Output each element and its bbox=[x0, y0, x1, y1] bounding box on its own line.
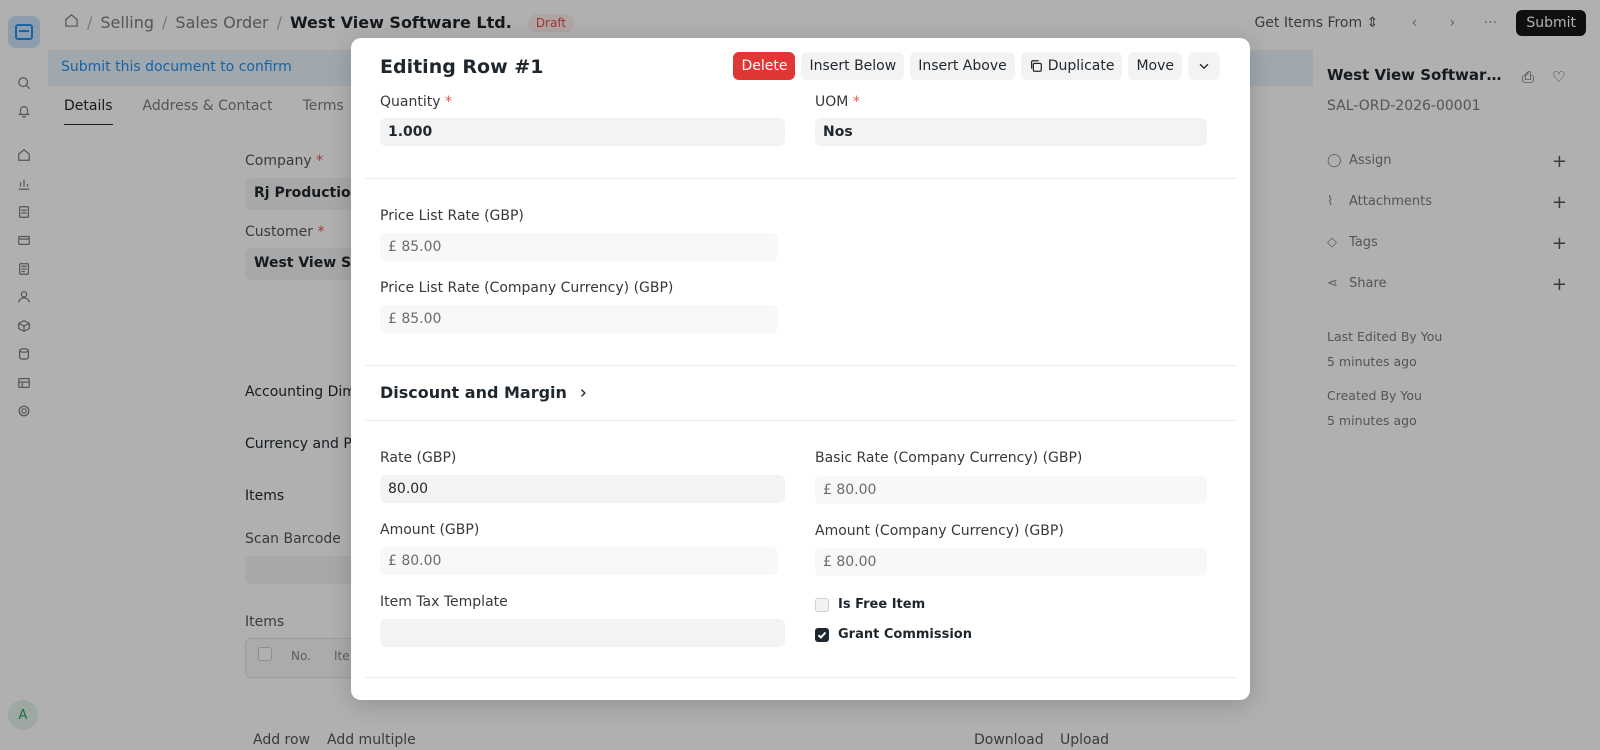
grant-commission-checkbox[interactable] bbox=[815, 627, 829, 642]
section-divider bbox=[365, 178, 1236, 179]
rate-label: Rate (GBP) bbox=[380, 450, 457, 466]
basic-rate-company-field: £ 80.00 bbox=[815, 476, 1207, 504]
edit-row-dialog: Editing Row #1 Delete Insert Below Inser… bbox=[351, 38, 1250, 700]
amount-company-field: £ 80.00 bbox=[815, 548, 1207, 576]
checkmark-icon bbox=[817, 631, 827, 639]
quantity-label: Quantity * bbox=[380, 94, 452, 110]
insert-above-button[interactable]: Insert Above bbox=[910, 52, 1015, 80]
price-list-rate-company-label: Price List Rate (Company Currency) (GBP) bbox=[380, 280, 674, 296]
is-free-item-row[interactable]: Is Free Item bbox=[815, 597, 925, 612]
amount-label: Amount (GBP) bbox=[380, 522, 480, 538]
insert-below-button[interactable]: Insert Below bbox=[801, 52, 905, 80]
delete-button[interactable]: Delete bbox=[733, 52, 796, 80]
section-divider bbox=[365, 365, 1236, 366]
collapse-dialog-button[interactable] bbox=[1188, 52, 1220, 80]
amount-field: £ 80.00 bbox=[380, 547, 778, 575]
chevron-down-icon bbox=[1199, 63, 1209, 70]
dialog-title: Editing Row #1 bbox=[380, 56, 544, 78]
copy-icon bbox=[1030, 60, 1042, 72]
section-divider bbox=[365, 420, 1236, 421]
section-divider bbox=[365, 677, 1236, 678]
duplicate-button[interactable]: Duplicate bbox=[1020, 52, 1123, 80]
duplicate-label: Duplicate bbox=[1047, 58, 1115, 74]
price-list-rate-company-field: £ 85.00 bbox=[380, 305, 778, 333]
move-button[interactable]: Move bbox=[1128, 52, 1182, 80]
discount-margin-heading: Discount and Margin bbox=[380, 383, 567, 402]
quantity-input[interactable]: 1.000 bbox=[380, 118, 785, 146]
item-tax-template-input[interactable] bbox=[380, 619, 785, 647]
item-tax-template-label: Item Tax Template bbox=[380, 594, 508, 610]
discount-margin-section-toggle[interactable]: Discount and Margin bbox=[380, 383, 589, 402]
is-free-item-label: Is Free Item bbox=[838, 597, 926, 612]
rate-input[interactable]: 80.00 bbox=[380, 475, 785, 503]
chevron-right-icon bbox=[580, 388, 586, 397]
uom-input[interactable]: Nos bbox=[815, 118, 1207, 146]
price-list-rate-label: Price List Rate (GBP) bbox=[380, 208, 524, 224]
is-free-item-checkbox[interactable] bbox=[815, 597, 829, 612]
grant-commission-label: Grant Commission bbox=[838, 627, 972, 642]
amount-company-label: Amount (Company Currency) (GBP) bbox=[815, 523, 1064, 539]
uom-label: UOM * bbox=[815, 94, 860, 110]
basic-rate-company-label: Basic Rate (Company Currency) (GBP) bbox=[815, 450, 1083, 466]
price-list-rate-field: £ 85.00 bbox=[380, 233, 778, 261]
dialog-actions: Delete Insert Below Insert Above Duplica… bbox=[733, 52, 1220, 80]
grant-commission-row[interactable]: Grant Commission bbox=[815, 627, 972, 642]
